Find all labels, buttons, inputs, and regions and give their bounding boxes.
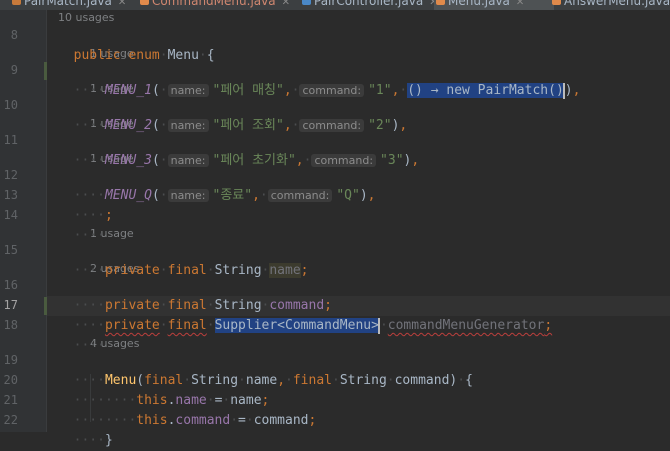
- semicolon: ;: [104, 208, 113, 223]
- line-number: 22: [3, 413, 18, 427]
- change-marker: [44, 62, 47, 80]
- type-name: String: [339, 373, 387, 388]
- line-number: 20: [3, 373, 18, 387]
- usage-hint[interactable]: 10 usages: [58, 11, 114, 25]
- line-number: 10: [3, 98, 18, 112]
- tab-paircontroller[interactable]: PairController.java✕: [300, 0, 438, 10]
- string-literal: "Q": [336, 188, 360, 203]
- keyword: final: [167, 318, 207, 333]
- code-line-21[interactable]: ········this.command·=·command;: [58, 391, 317, 428]
- line-number: 11: [3, 133, 18, 147]
- close-icon[interactable]: ✕: [516, 0, 524, 8]
- java-class-icon: [12, 0, 21, 5]
- java-class-icon: [302, 0, 311, 5]
- line-number: 16: [3, 278, 18, 292]
- java-enum-icon: [436, 0, 445, 5]
- field-name: command: [175, 413, 231, 428]
- code-line-20[interactable]: ········this.name·=·name;: [58, 371, 270, 408]
- tab-label: CommandMenu.java: [152, 0, 276, 8]
- editor-tab-bar: PairMatch.java ✕ CommandMenu.java ✕ PairCo…: [0, 0, 670, 10]
- line-number: 8: [10, 28, 18, 42]
- selected-lambda: () → new PairMatch(): [407, 83, 564, 98]
- tab-pairmatch[interactable]: PairMatch.java ✕: [10, 0, 126, 10]
- change-marker: [44, 297, 47, 315]
- string-literal: "종료": [212, 188, 253, 203]
- java-enum-icon: [552, 0, 561, 5]
- keyword: final: [292, 373, 332, 388]
- code-line-15[interactable]: ····private·final·String·name;: [58, 241, 309, 278]
- keyword: private: [104, 318, 160, 333]
- line-number: 9: [10, 63, 18, 77]
- tab-label: Menu.java: [448, 0, 510, 8]
- code-line-11[interactable]: ····MENU_3(· name: "페어 초기화",· command: "3"),: [58, 131, 420, 168]
- line-number: 14: [3, 208, 18, 222]
- code-line-18[interactable]: ····: [58, 316, 105, 353]
- tab-label: AnswerMenu.java: [564, 0, 670, 8]
- code-line-8[interactable]: public·enum·Menu·{: [58, 26, 215, 63]
- line-number: 13: [3, 188, 18, 202]
- code-line-10[interactable]: ····MENU_2(· name: "페어 조회",· command: "2"),: [58, 96, 408, 133]
- tab-label: PairMatch.java: [24, 0, 112, 8]
- string-literal: "3": [380, 153, 404, 168]
- line-number: 17: [3, 298, 18, 312]
- parameter-hint: command:: [267, 189, 333, 202]
- brace: }: [104, 433, 113, 448]
- code-line-16[interactable]: ····private·final·String·command;: [58, 276, 332, 313]
- tab-label: PairController.java: [314, 0, 424, 8]
- close-icon[interactable]: ✕: [118, 0, 126, 8]
- unused-field: commandMenuGenerator: [387, 318, 545, 333]
- code-line-9[interactable]: ····MENU_1(· name: "페어 매칭",· command: "1",·(…: [58, 61, 580, 99]
- line-number: 19: [3, 353, 18, 367]
- tab-menu[interactable]: Menu.java ✕: [434, 0, 554, 10]
- line-number: 18: [3, 318, 18, 332]
- parameter-name: command: [253, 413, 309, 428]
- code-line-13[interactable]: ····;: [58, 186, 113, 223]
- tab-answermenu[interactable]: AnswerMenu.java✕: [550, 0, 670, 10]
- code-line-22[interactable]: ····}: [58, 411, 113, 448]
- code-line-17[interactable]: ····private·final·Supplier<CommandMenu>·…: [58, 296, 552, 334]
- parameter-name: command: [394, 373, 450, 388]
- code-line-19[interactable]: ····Menu(final·String·name,·final·String…: [58, 351, 473, 388]
- selected-type: Supplier<CommandMenu>: [214, 318, 379, 333]
- tab-commandmenu[interactable]: CommandMenu.java ✕: [138, 0, 290, 10]
- code-line-14[interactable]: ····: [58, 206, 105, 243]
- line-number: 12: [3, 168, 18, 182]
- keyword: this: [136, 413, 168, 428]
- parameter-hint: name:: [167, 189, 209, 202]
- line-number: 15: [3, 243, 18, 257]
- line-number: 21: [3, 393, 18, 407]
- java-interface-icon: [140, 0, 149, 5]
- close-icon[interactable]: ✕: [282, 0, 290, 8]
- code-line-12[interactable]: ····MENU_Q(· name: "종료",· command: "Q"),: [58, 166, 376, 203]
